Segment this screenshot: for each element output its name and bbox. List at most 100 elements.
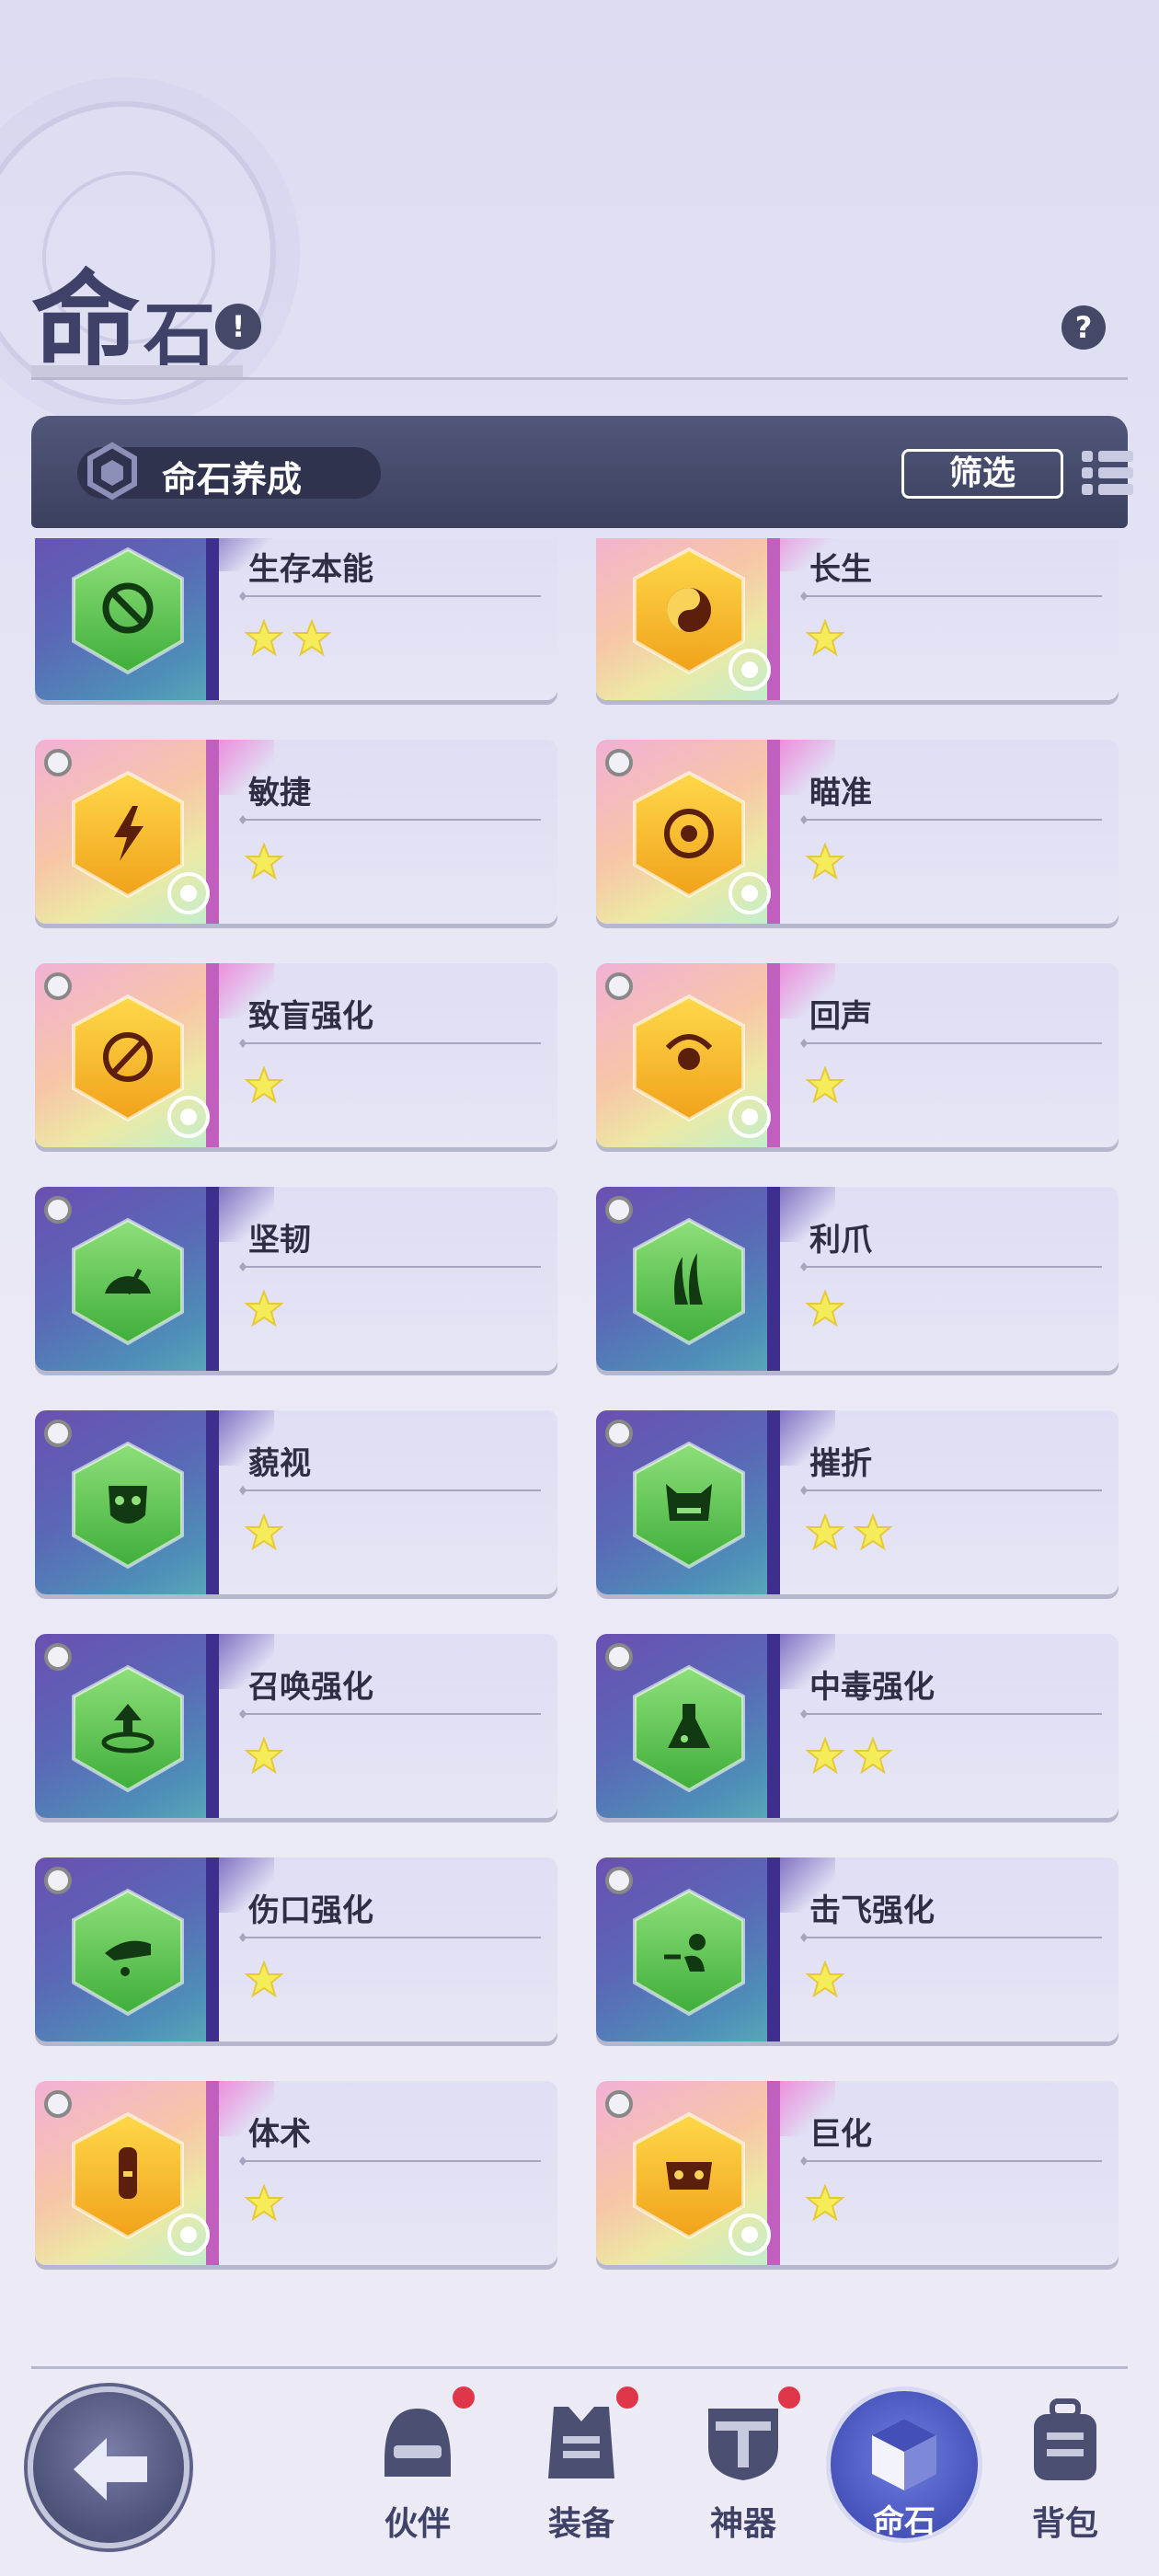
stone-name: 击飞强化 [809,1892,935,1929]
star-rating [806,1961,844,1999]
stone-card[interactable]: 摧折 [596,1410,1119,1594]
star-rating [245,1290,283,1328]
card-divider [802,1489,1102,1491]
card-divider [802,595,1102,597]
star-icon [806,1066,844,1104]
star-icon [806,1290,844,1328]
star-icon [245,1961,283,1998]
card-divider [241,1937,541,1938]
nav-backpack[interactable]: 背包 [1001,2386,1130,2561]
info-icon[interactable]: ! [215,304,261,350]
stone-card[interactable]: 生存本能 [35,538,557,700]
card-divider [802,1713,1102,1715]
star-rating [806,1513,892,1552]
mask-icon [72,1441,184,1570]
claw-icon [633,1217,745,1346]
star-icon [806,843,844,880]
stone-name: 体术 [248,2116,311,2153]
cloud-icon [729,872,771,914]
stone-card[interactable]: 致盲强化 [35,963,557,1147]
stone-card[interactable]: 召唤强化 [35,1634,557,1818]
stone-card[interactable]: 回声 [596,963,1119,1147]
filter-button[interactable]: 筛选 [901,449,1063,499]
card-divider [241,1266,541,1268]
star-icon [854,1513,892,1551]
stone-card[interactable]: 瞄准 [596,740,1119,924]
star-rating [245,843,283,881]
nav-artifact[interactable]: 神器 [679,2386,808,2561]
star-rating [245,619,331,658]
stone-card[interactable]: 伤口强化 [35,1857,557,2041]
artifact-icon [708,2409,778,2480]
header-bar: 命石养成 筛选 [31,416,1133,528]
star-icon [245,1513,283,1551]
star-icon [806,1513,844,1551]
stone-name: 生存本能 [248,551,373,588]
stone-card[interactable]: 中毒强化 [596,1634,1119,1818]
star-rating [245,1513,283,1552]
star-icon [806,1961,844,1998]
stone-list[interactable]: 生存本能 长生 敏捷 瞄准致盲强化 回声坚韧 利爪藐视 摧折召唤强化 中毒强化伤口强化 击飞强化… [0,538,1159,2305]
star-icon [245,2184,283,2222]
stone-name: 摧折 [809,1445,872,1482]
stone-name: 伤口强化 [248,1892,373,1929]
title-divider [31,377,1128,380]
demon-face-icon [633,1441,745,1570]
card-divider [241,1713,541,1715]
star-rating [245,1961,283,1999]
card-divider [241,819,541,821]
star-rating [806,1066,844,1105]
mask-badge-icon [167,2214,210,2256]
stone-card[interactable]: 巨化 [596,2081,1119,2265]
stone-card[interactable]: 藐视 [35,1410,557,1594]
card-divider [241,595,541,597]
nav-label: 背包 [1031,2505,1098,2543]
back-arrow-icon [74,2438,147,2501]
help-button[interactable]: ? [1061,305,1106,350]
stone-card[interactable]: 敏捷 [35,740,557,924]
bleeding-hand-icon [72,1888,184,2017]
skull-crossbones-icon [729,649,771,691]
stone-name: 回声 [809,998,872,1035]
star-icon [806,1737,844,1775]
card-divider [802,2160,1102,2162]
hand-icon [167,1096,210,1138]
poison-flask-icon [633,1664,745,1793]
stone-name: 利爪 [809,1222,872,1259]
star-icon [245,1737,283,1775]
stone-card[interactable]: 击飞强化 [596,1857,1119,2041]
list-view-icon[interactable] [1080,445,1135,500]
nav-partner[interactable]: 伙伴 [353,2386,482,2561]
nav-fate-stone[interactable]: 命石 [826,2386,982,2543]
summon-circle-icon [72,1664,184,1793]
stone-name: 致盲强化 [248,998,373,1035]
stone-name: 瞄准 [809,775,872,811]
stone-card[interactable]: 体术 [35,2081,557,2265]
star-icon [245,1066,283,1104]
gauge-icon [72,1217,184,1346]
star-rating [806,1737,892,1776]
card-divider [802,1042,1102,1044]
cube-icon [872,2419,936,2490]
back-button[interactable] [28,2386,189,2548]
nav-equipment[interactable]: 装备 [517,2386,646,2561]
stone-card[interactable]: 坚韧 [35,1187,557,1371]
stone-card[interactable]: 长生 [596,538,1119,700]
nav-label: 伙伴 [384,2505,451,2543]
star-icon [854,1737,892,1775]
card-divider [241,1042,541,1044]
header-title: 命石养成 [162,459,303,500]
title-underline [31,365,243,378]
shield-dagger-icon [167,872,210,914]
hexagon-gear-icon [87,442,137,500]
stone-name: 中毒强化 [809,1669,935,1706]
star-rating [806,1290,844,1328]
nav-label: 神器 [709,2505,776,2543]
card-divider [802,1266,1102,1268]
backpack-icon [1034,2398,1096,2480]
stone-card[interactable]: 利爪 [596,1187,1119,1371]
medic-shield-icon [729,1096,771,1138]
stone-name: 巨化 [809,2116,872,2153]
star-icon [245,619,283,657]
star-rating [245,1066,283,1105]
